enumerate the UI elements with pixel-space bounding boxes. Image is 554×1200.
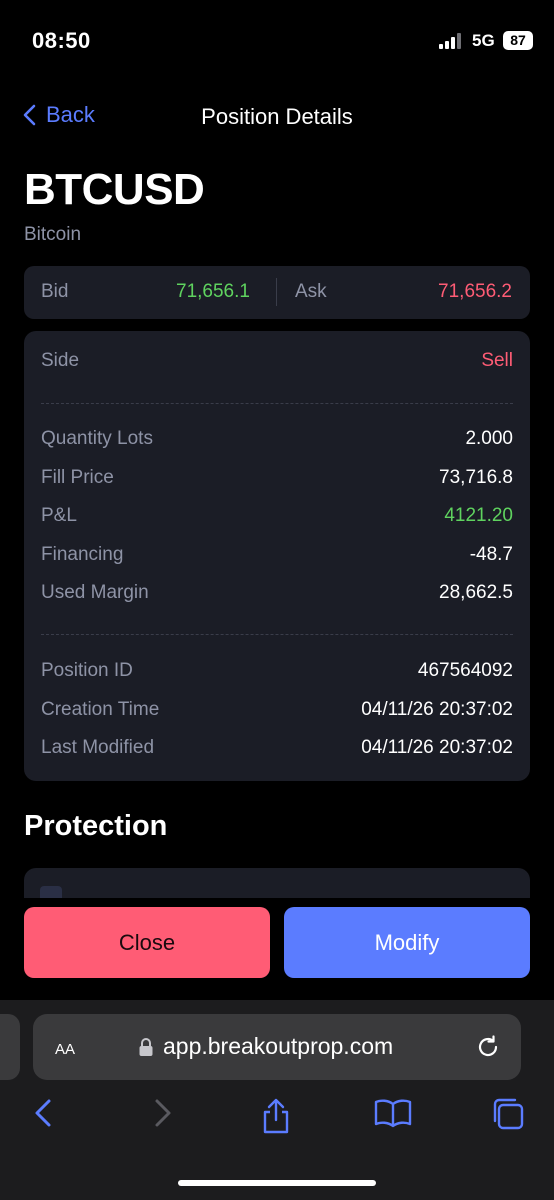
reload-icon[interactable]: [475, 1034, 501, 1060]
bid-value: 71,656.1: [176, 281, 250, 302]
fill-price-value: 73,716.8: [439, 467, 513, 488]
last-modified-label: Last Modified: [41, 737, 155, 758]
network-type: 5G: [472, 31, 495, 50]
protection-heading: Protection: [24, 810, 168, 842]
quote-bar: Bid 71,656.1 Ask 71,656.2: [24, 266, 530, 319]
divider: [41, 634, 513, 635]
battery-icon: 87: [503, 31, 533, 50]
browser-forward-icon[interactable]: [152, 1096, 174, 1130]
financing-value: -48.7: [469, 544, 513, 565]
side-value: Sell: [481, 350, 513, 371]
financing-label: Financing: [41, 544, 124, 565]
url-text: app.breakoutprop.com: [163, 1033, 394, 1059]
last-modified-value: 04/11/26 20:37:02: [361, 737, 513, 758]
position-details-card: Side Sell Quantity Lots 2.000 Fill Price…: [24, 331, 530, 781]
side-label: Side: [41, 350, 80, 371]
address-bar[interactable]: AA app.breakoutprop.com: [33, 1014, 521, 1080]
bid-label: Bid: [41, 281, 69, 302]
creation-time-value: 04/11/26 20:37:02: [361, 699, 513, 720]
lock-icon: [139, 1038, 153, 1056]
detail-row-financing: Financing -48.7: [41, 544, 513, 568]
browser-toolbar: AA app.breakoutprop.com: [0, 1000, 554, 1200]
share-icon[interactable]: [260, 1096, 292, 1136]
instrument-symbol: BTCUSD: [24, 165, 205, 214]
detail-row-creation-time: Creation Time 04/11/26 20:37:02: [41, 699, 513, 723]
detail-row-side: Side Sell: [41, 350, 513, 374]
browser-nav-toolbar: [0, 1096, 554, 1140]
status-bar: 08:50 5G 87: [0, 0, 554, 80]
signal-icon: [439, 33, 461, 49]
creation-time-label: Creation Time: [41, 699, 160, 720]
browser-back-icon[interactable]: [32, 1096, 54, 1130]
instrument-name: Bitcoin: [24, 224, 82, 245]
close-position-button[interactable]: Close: [24, 907, 270, 978]
detail-row-used-margin: Used Margin 28,662.5: [41, 582, 513, 606]
divider: [276, 278, 277, 306]
protection-card: [24, 868, 530, 898]
position-id-label: Position ID: [41, 660, 133, 681]
position-id-value: 467564092: [417, 660, 513, 681]
page-title: Position Details: [201, 104, 353, 129]
detail-row-position-id: Position ID 467564092: [41, 660, 513, 684]
pnl-label: P&L: [41, 505, 77, 526]
ask-value: 71,656.2: [438, 281, 512, 302]
text-size-button[interactable]: AA: [55, 1034, 75, 1060]
home-indicator: [178, 1180, 376, 1186]
pnl-value: 4121.20: [444, 505, 513, 526]
quantity-value: 2.000: [465, 428, 513, 449]
status-time: 08:50: [32, 28, 91, 53]
nav-bar: Back Position Details: [0, 96, 554, 140]
aa-label: AA: [55, 1041, 76, 1058]
ask-label: Ask: [295, 281, 327, 302]
detail-row-quantity: Quantity Lots 2.000: [41, 428, 513, 452]
divider: [41, 403, 513, 404]
detail-row-pnl: P&L 4121.20: [41, 505, 513, 529]
quantity-label: Quantity Lots: [41, 428, 153, 449]
used-margin-value: 28,662.5: [439, 582, 513, 603]
detail-row-fill-price: Fill Price 73,716.8: [41, 467, 513, 491]
tabs-icon[interactable]: [490, 1096, 526, 1132]
fill-price-label: Fill Price: [41, 467, 114, 488]
bookmarks-icon[interactable]: [373, 1096, 413, 1130]
used-margin-label: Used Margin: [41, 582, 149, 603]
previous-tab-preview[interactable]: [0, 1014, 20, 1080]
checkbox-icon[interactable]: [40, 886, 62, 898]
modify-position-button[interactable]: Modify: [284, 907, 530, 978]
detail-row-last-modified: Last Modified 04/11/26 20:37:02: [41, 737, 513, 761]
